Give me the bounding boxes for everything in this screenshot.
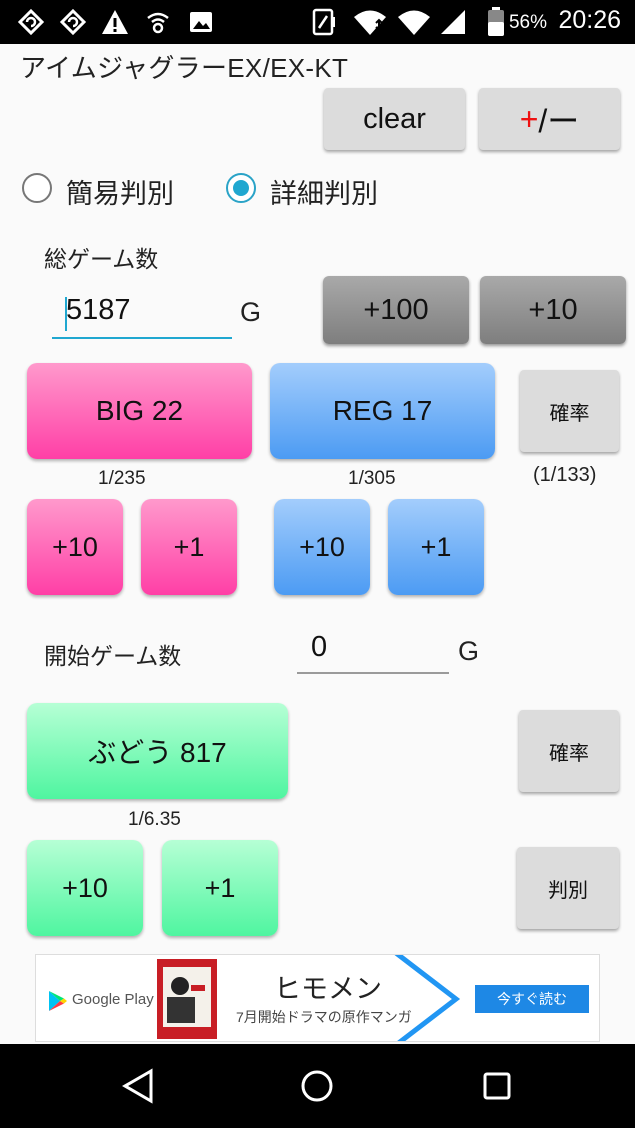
- start-games-label: 開始ゲーム数: [44, 643, 182, 669]
- grape-add-1-label: +1: [204, 872, 236, 903]
- grape-label: ぶどう 817: [88, 737, 227, 768]
- grape-counter-button[interactable]: ぶどう 817: [27, 703, 288, 799]
- judge-label: 判別: [548, 879, 588, 902]
- add-100-games-button[interactable]: +100: [323, 276, 469, 344]
- signal-icon: [396, 8, 432, 36]
- radio-detail[interactable]: [226, 173, 256, 203]
- add-100-label: +100: [363, 293, 429, 326]
- wifi-icon: [352, 8, 388, 36]
- start-games-input[interactable]: 0: [297, 629, 449, 674]
- wifi-calling-icon: [143, 8, 173, 36]
- big-label: BIG 22: [95, 395, 184, 426]
- clear-button[interactable]: clear: [324, 88, 465, 150]
- manga-cover-image: [157, 959, 217, 1039]
- probability-button[interactable]: 確率: [520, 370, 619, 452]
- battery-percent: 56%: [508, 12, 547, 33]
- reg-add-1-button[interactable]: +1: [388, 499, 484, 595]
- home-icon[interactable]: [300, 1069, 334, 1103]
- big-add-1-button[interactable]: +1: [141, 499, 237, 595]
- ad-cta-label: 今すぐ読む: [497, 991, 567, 1007]
- total-games-label: 総ゲーム数: [44, 246, 159, 272]
- sync-icon: [16, 8, 46, 36]
- page-title: アイムジャグラーEX/EX-KT: [20, 53, 349, 83]
- reg-counter-button[interactable]: REG 17: [270, 363, 495, 459]
- clear-button-label: clear: [363, 102, 426, 135]
- slash-minus: /ー: [538, 103, 580, 139]
- probability-label: 確率: [549, 402, 590, 425]
- judge-button[interactable]: 判別: [517, 847, 619, 929]
- app-content: アイムジャグラーEX/EX-KT clear +/ー 簡易判別 詳細判別 総ゲー…: [0, 44, 635, 1044]
- big-probability: 1/235: [98, 468, 146, 489]
- big-add-10-button[interactable]: +10: [27, 499, 123, 595]
- ad-title: ヒモメン: [274, 974, 382, 1004]
- recents-icon[interactable]: [482, 1071, 512, 1101]
- plus-sign: +: [519, 100, 539, 137]
- total-games-unit: G: [240, 297, 262, 327]
- reg-add-10-label: +10: [299, 531, 345, 562]
- google-play-label: Google Play: [72, 991, 154, 1008]
- ad-banner[interactable]: Google Play ヒモメン 7月開始ドラマの原作マンガ 今すぐ読む: [35, 954, 600, 1042]
- radio-simple-label[interactable]: 簡易判別: [66, 172, 174, 211]
- big-counter-button[interactable]: BIG 22: [27, 363, 252, 459]
- grape-add-10-label: +10: [62, 872, 108, 903]
- ad-arrow-decoration: [394, 955, 461, 1041]
- battery-icon: [486, 7, 506, 36]
- plus-minus-button[interactable]: +/ー: [479, 88, 620, 150]
- grape-probability: 1/6.35: [128, 809, 181, 830]
- big-add-1-label: +1: [173, 531, 205, 562]
- status-bar: 56% 20:26: [0, 0, 635, 44]
- reg-label: REG 17: [332, 395, 433, 426]
- radio-detail-label[interactable]: 詳細判別: [270, 172, 378, 211]
- signal-bars-icon: [438, 8, 468, 36]
- text-cursor: [65, 297, 67, 331]
- total-games-input[interactable]: 5187: [52, 294, 232, 339]
- add-10-label: +10: [528, 293, 578, 326]
- start-games-value: 0: [311, 631, 328, 663]
- clock: 20:26: [558, 6, 621, 34]
- start-games-unit: G: [458, 636, 480, 666]
- big-add-10-label: +10: [52, 531, 98, 562]
- grape-add-1-button[interactable]: +1: [162, 840, 278, 936]
- image-icon: [186, 8, 216, 36]
- total-games-value: 5187: [66, 294, 131, 326]
- navigation-bar: [0, 1044, 635, 1128]
- reg-probability: 1/305: [348, 468, 396, 489]
- nfc-icon: [310, 8, 340, 36]
- ad-cta-button[interactable]: 今すぐ読む: [475, 985, 589, 1013]
- warning-icon: [100, 8, 130, 36]
- reg-add-10-button[interactable]: +10: [274, 499, 370, 595]
- sync-icon: [58, 8, 88, 36]
- combined-probability: (1/133): [533, 464, 597, 486]
- reg-add-1-label: +1: [420, 531, 452, 562]
- grape-probability-label: 確率: [549, 742, 589, 765]
- grape-probability-button[interactable]: 確率: [519, 710, 619, 792]
- add-10-games-button[interactable]: +10: [480, 276, 626, 344]
- google-play-icon: [49, 991, 67, 1011]
- radio-simple[interactable]: [22, 173, 52, 203]
- grape-add-10-button[interactable]: +10: [27, 840, 143, 936]
- back-icon[interactable]: [121, 1068, 155, 1104]
